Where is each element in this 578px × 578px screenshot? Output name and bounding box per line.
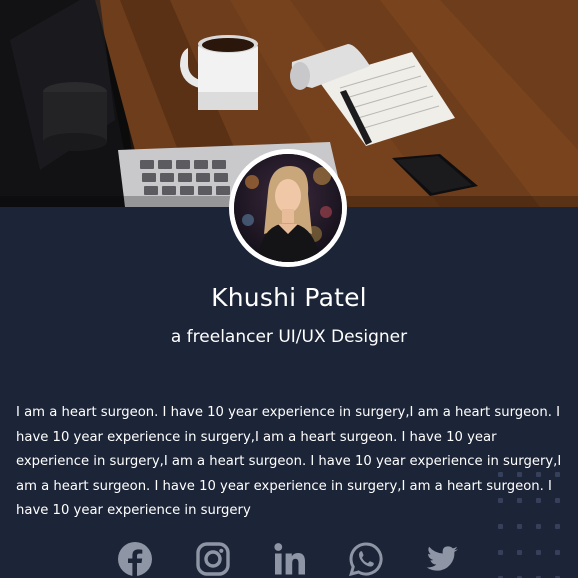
profile-name: Khushi Patel — [211, 283, 367, 312]
avatar-photo — [234, 154, 342, 262]
whatsapp-icon[interactable] — [348, 541, 384, 577]
linkedin-icon[interactable] — [272, 541, 308, 577]
profile-bio: I am a heart surgeon. I have 10 year exp… — [16, 405, 562, 518]
profile-card: Khushi Patel a freelancer UI/UX Designer… — [0, 0, 578, 578]
avatar[interactable] — [229, 149, 347, 267]
facebook-icon[interactable] — [117, 541, 153, 577]
twitter-icon[interactable] — [424, 541, 460, 577]
profile-title: a freelancer UI/UX Designer — [170, 327, 408, 347]
social-links — [0, 541, 578, 578]
instagram-icon[interactable] — [195, 541, 231, 577]
